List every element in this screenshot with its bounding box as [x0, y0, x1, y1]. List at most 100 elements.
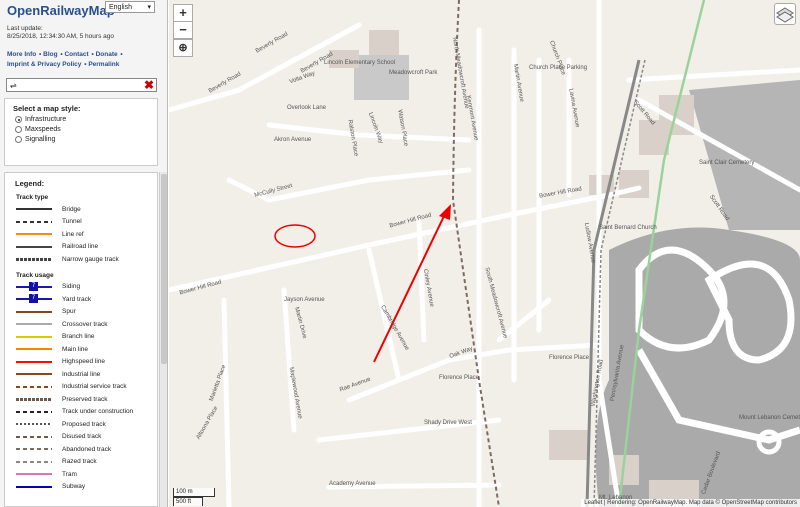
legend-label: Narrow gauge track	[62, 255, 119, 263]
radio-label: Signalling	[25, 136, 56, 143]
legend-symbol-icon	[16, 458, 52, 466]
layers-button[interactable]	[774, 3, 796, 25]
legend-symbol-icon	[16, 445, 52, 453]
legend-label: Preserved track	[62, 395, 108, 403]
track-type-list: Bridge Tunnel Line ref Railroad line Narrow …	[5, 203, 157, 266]
map-label: Lincoln Elementary School	[324, 60, 396, 66]
link-blog[interactable]: Blog	[43, 51, 57, 58]
legend-symbol-icon	[16, 294, 52, 304]
map-label: Meadowcroft Park	[389, 70, 438, 76]
radio-signalling[interactable]: Signalling	[15, 136, 157, 143]
map-label: Jayson Avenue	[284, 297, 325, 303]
legend-symbol-icon	[16, 308, 52, 316]
legend-label: Track under construction	[62, 408, 134, 416]
map-label: Saint Clair Cemetery	[699, 160, 755, 166]
link-donate[interactable]: Donate	[96, 51, 118, 58]
legend-row: Track under construction	[16, 406, 157, 419]
locate-button[interactable]: ⊕	[173, 39, 193, 57]
legend-label: Crossover track	[62, 320, 108, 328]
legend-label: Main line	[62, 345, 89, 353]
legend-symbol-icon	[16, 218, 52, 226]
legend-symbol-icon	[16, 320, 52, 328]
link-contact[interactable]: Contact	[64, 51, 88, 58]
legend-symbol-icon	[16, 205, 52, 213]
link-permalink[interactable]: Permalink	[88, 61, 119, 68]
map-label: Florence Place	[549, 355, 590, 361]
link-more-info[interactable]: More Info	[7, 51, 36, 58]
legend-row: Subway	[16, 481, 157, 494]
scrollbar-thumb[interactable]	[161, 174, 167, 364]
legend-symbol-icon	[16, 483, 52, 491]
legend-symbol-icon	[16, 370, 52, 378]
legend-row: Railroad line	[16, 241, 157, 254]
track-usage-heading: Track usage	[16, 271, 54, 279]
legend-symbol-icon	[16, 383, 52, 391]
legend-label: Siding	[62, 283, 81, 291]
clear-search-icon[interactable]: ✖	[144, 78, 154, 92]
legend-panel: Legend: Track type Bridge Tunnel Line ref R…	[4, 172, 158, 507]
map-label: Church Place Parking	[529, 65, 588, 71]
map-label: Shady Drive West	[424, 420, 472, 426]
layers-icon	[776, 7, 794, 23]
map-label: Florence Place	[439, 375, 480, 381]
nav-links: More Info • Blog • Contact • Donate • Im…	[7, 51, 123, 68]
language-select[interactable]: English ▾	[105, 1, 155, 13]
legend-row: Abandoned track	[16, 443, 157, 456]
legend-row: Main line	[16, 343, 157, 356]
radio-selected-icon	[15, 116, 22, 123]
legend-row: Highspeed line	[16, 356, 157, 369]
map-label: Mount Lebanon Cemetery	[739, 415, 800, 421]
legend-symbol-icon	[16, 470, 52, 478]
map-label: Overlook Lane	[287, 105, 327, 111]
radio-icon	[15, 126, 22, 133]
map-label: Saint Bernard Church	[599, 225, 657, 231]
radio-maxspeeds[interactable]: Maxspeeds	[15, 126, 157, 133]
legend-row: Bridge	[16, 203, 157, 216]
legend-label: Industrial line	[62, 370, 101, 378]
sidebar: OpenRailwayMap English ▾ Last update: 8/2…	[0, 0, 168, 507]
map-label: Academy Avenue	[329, 481, 376, 487]
legend-symbol-icon	[16, 395, 52, 403]
legend-row: Proposed track	[16, 418, 157, 431]
legend-row: Crossover track	[16, 318, 157, 331]
map-style-panel: Select a map style: Infrastructure Maxsp…	[4, 98, 158, 166]
attribution[interactable]: Leaflet | Rendering: OpenRailwayMap. Map…	[581, 499, 800, 507]
search-input[interactable]: ⇌ ✖	[6, 78, 157, 92]
search-value: ⇌	[10, 81, 17, 90]
legend-label: Disused track	[62, 433, 102, 441]
legend-symbol-icon	[16, 433, 52, 441]
legend-label: Subway	[62, 483, 86, 491]
legend-label: Tunnel	[62, 218, 82, 226]
legend-label: Spur	[62, 308, 76, 316]
legend-row: Preserved track	[16, 393, 157, 406]
last-update-label: Last update:	[7, 25, 43, 32]
scale-meters: 100 m	[173, 488, 215, 497]
track-type-heading: Track type	[16, 194, 49, 201]
app-title[interactable]: OpenRailwayMap	[7, 3, 115, 18]
link-imprint[interactable]: Imprint & Privacy Policy	[7, 61, 81, 68]
legend-symbol-icon	[16, 420, 52, 428]
legend-label: Bridge	[62, 205, 81, 213]
legend-row: Spur	[16, 306, 157, 319]
legend-row: Branch line	[16, 331, 157, 344]
language-value: English	[109, 4, 132, 11]
legend-label: Branch line	[62, 333, 95, 341]
legend-row: Narrow gauge track	[16, 253, 157, 266]
zoom-out-button[interactable]: −	[173, 21, 193, 39]
scale-bar: 100 m 500 ft	[173, 488, 215, 506]
legend-symbol-icon	[16, 333, 52, 341]
legend-label: Proposed track	[62, 420, 106, 428]
map-view[interactable]: Beverly Road Beverly Road Beverly Road Volt…	[169, 0, 800, 507]
legend-label: Industrial service track	[62, 383, 127, 391]
radio-infrastructure[interactable]: Infrastructure	[15, 116, 157, 123]
legend-label: Line ref	[62, 230, 84, 238]
legend-row: Siding	[16, 281, 157, 294]
map-style-heading: Select a map style:	[13, 104, 81, 113]
legend-scrollbar[interactable]	[159, 172, 167, 507]
legend-symbol-icon	[16, 230, 52, 238]
zoom-in-button[interactable]: +	[173, 4, 193, 22]
legend-row: Tram	[16, 468, 157, 481]
legend-symbol-icon	[16, 281, 52, 291]
legend-symbol-icon	[16, 243, 52, 251]
legend-label: Yard track	[62, 295, 92, 303]
